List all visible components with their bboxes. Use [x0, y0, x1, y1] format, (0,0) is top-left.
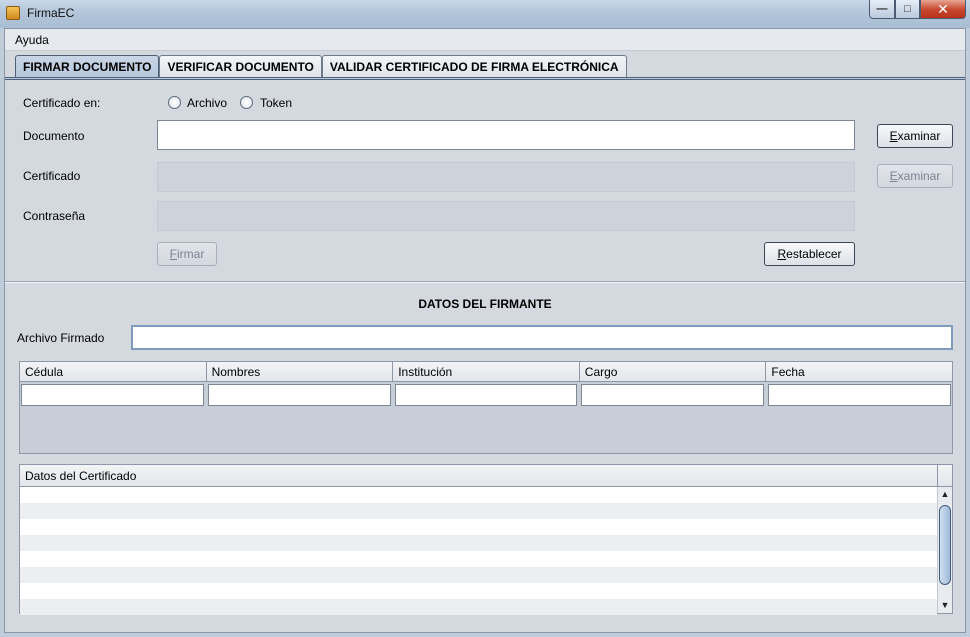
list-item[interactable] [20, 519, 937, 535]
vertical-scrollbar[interactable]: ▲ ▼ [937, 487, 952, 613]
tab-verify-document[interactable]: VERIFICAR DOCUMENTO [159, 55, 322, 78]
nombres-cell[interactable] [207, 384, 391, 406]
column-institucion[interactable]: Institución [393, 362, 580, 381]
certificate-data-header-label[interactable]: Datos del Certificado [25, 469, 136, 483]
menu-bar: Ayuda [5, 29, 965, 51]
sign-panel: Certificado en: Archivo Token Documento … [5, 80, 965, 630]
password-field[interactable] [157, 201, 855, 231]
reset-button[interactable]: Restablecer [764, 242, 855, 266]
column-cedula[interactable]: Cédula [20, 362, 207, 381]
reset-text: establecer [786, 247, 842, 261]
certificate-label: Certificado [23, 169, 81, 183]
sign-text: irmar [177, 247, 205, 261]
radio-file-label: Archivo [187, 96, 228, 110]
close-button[interactable]: ✕ [920, 0, 966, 19]
cedula-cell[interactable] [21, 384, 204, 406]
examine-document-text: xaminar [897, 129, 941, 143]
list-item[interactable] [20, 503, 937, 519]
password-label: Contraseña [23, 209, 86, 223]
examine-certificate-text: xaminar [897, 169, 941, 183]
institucion-cell[interactable] [394, 384, 578, 406]
header-corner [937, 465, 952, 486]
list-item[interactable] [20, 487, 937, 503]
reset-mnemonic: R [777, 247, 787, 261]
table-row [20, 382, 952, 408]
certificate-data-table: Datos del Certificado ▲ ▼ [19, 464, 953, 615]
signer-table-header: Cédula Nombres Institución Cargo Fecha [20, 362, 952, 382]
tab-validate-certificate[interactable]: VALIDAR CERTIFICADO DE FIRMA ELECTRÓNICA [321, 55, 627, 78]
column-nombres[interactable]: Nombres [207, 362, 394, 381]
examine-document-mnemonic: E [889, 129, 898, 143]
certificate-source-label: Certificado en: [23, 96, 101, 110]
scroll-down-icon[interactable]: ▼ [938, 598, 952, 613]
window-title: FirmaEC [27, 6, 75, 20]
list-item[interactable] [20, 567, 937, 583]
radio-file[interactable] [168, 96, 181, 109]
sign-mnemonic: F [169, 247, 177, 261]
scroll-up-icon[interactable]: ▲ [938, 487, 952, 502]
list-item[interactable] [20, 535, 937, 551]
signed-file-field[interactable] [131, 325, 953, 350]
list-item[interactable] [20, 599, 937, 615]
minimize-button[interactable]: — [869, 0, 895, 19]
list-item[interactable] [20, 551, 937, 567]
sign-button[interactable]: Firmar [157, 242, 217, 266]
tab-strip: FIRMAR DOCUMENTO VERIFICAR DOCUMENTO VAL… [15, 55, 627, 78]
examine-certificate-mnemonic: E [889, 169, 898, 183]
signer-table: Cédula Nombres Institución Cargo Fecha [19, 361, 953, 454]
certificate-field[interactable] [157, 162, 855, 192]
examine-certificate-button[interactable]: Examinar [877, 164, 953, 188]
title-bar: FirmaEC — □ ✕ [0, 0, 970, 28]
column-cargo[interactable]: Cargo [580, 362, 767, 381]
scroll-thumb[interactable] [939, 505, 951, 585]
document-field[interactable] [157, 120, 855, 150]
window-frame: Ayuda FIRMAR DOCUMENTO VERIFICAR DOCUMEN… [4, 28, 966, 633]
certificate-data-header: Datos del Certificado [20, 465, 952, 487]
app-icon [6, 6, 20, 20]
maximize-button[interactable]: □ [895, 0, 920, 19]
document-label: Documento [23, 129, 85, 143]
examine-document-button[interactable]: Examinar [877, 124, 953, 148]
signer-section-title: DATOS DEL FIRMANTE [418, 297, 552, 311]
signed-file-label: Archivo Firmado [17, 331, 105, 345]
cargo-cell[interactable] [581, 384, 765, 406]
list-item[interactable] [20, 583, 937, 599]
radio-token[interactable] [240, 96, 253, 109]
radio-token-label: Token [260, 96, 293, 110]
certificate-data-body[interactable] [20, 487, 937, 615]
fecha-cell[interactable] [768, 384, 951, 406]
column-fecha[interactable]: Fecha [766, 362, 952, 381]
tab-sign-document[interactable]: FIRMAR DOCUMENTO [15, 55, 160, 78]
window-controls: — □ ✕ [869, 0, 966, 20]
section-divider [5, 281, 965, 283]
menu-help[interactable]: Ayuda [15, 33, 49, 47]
